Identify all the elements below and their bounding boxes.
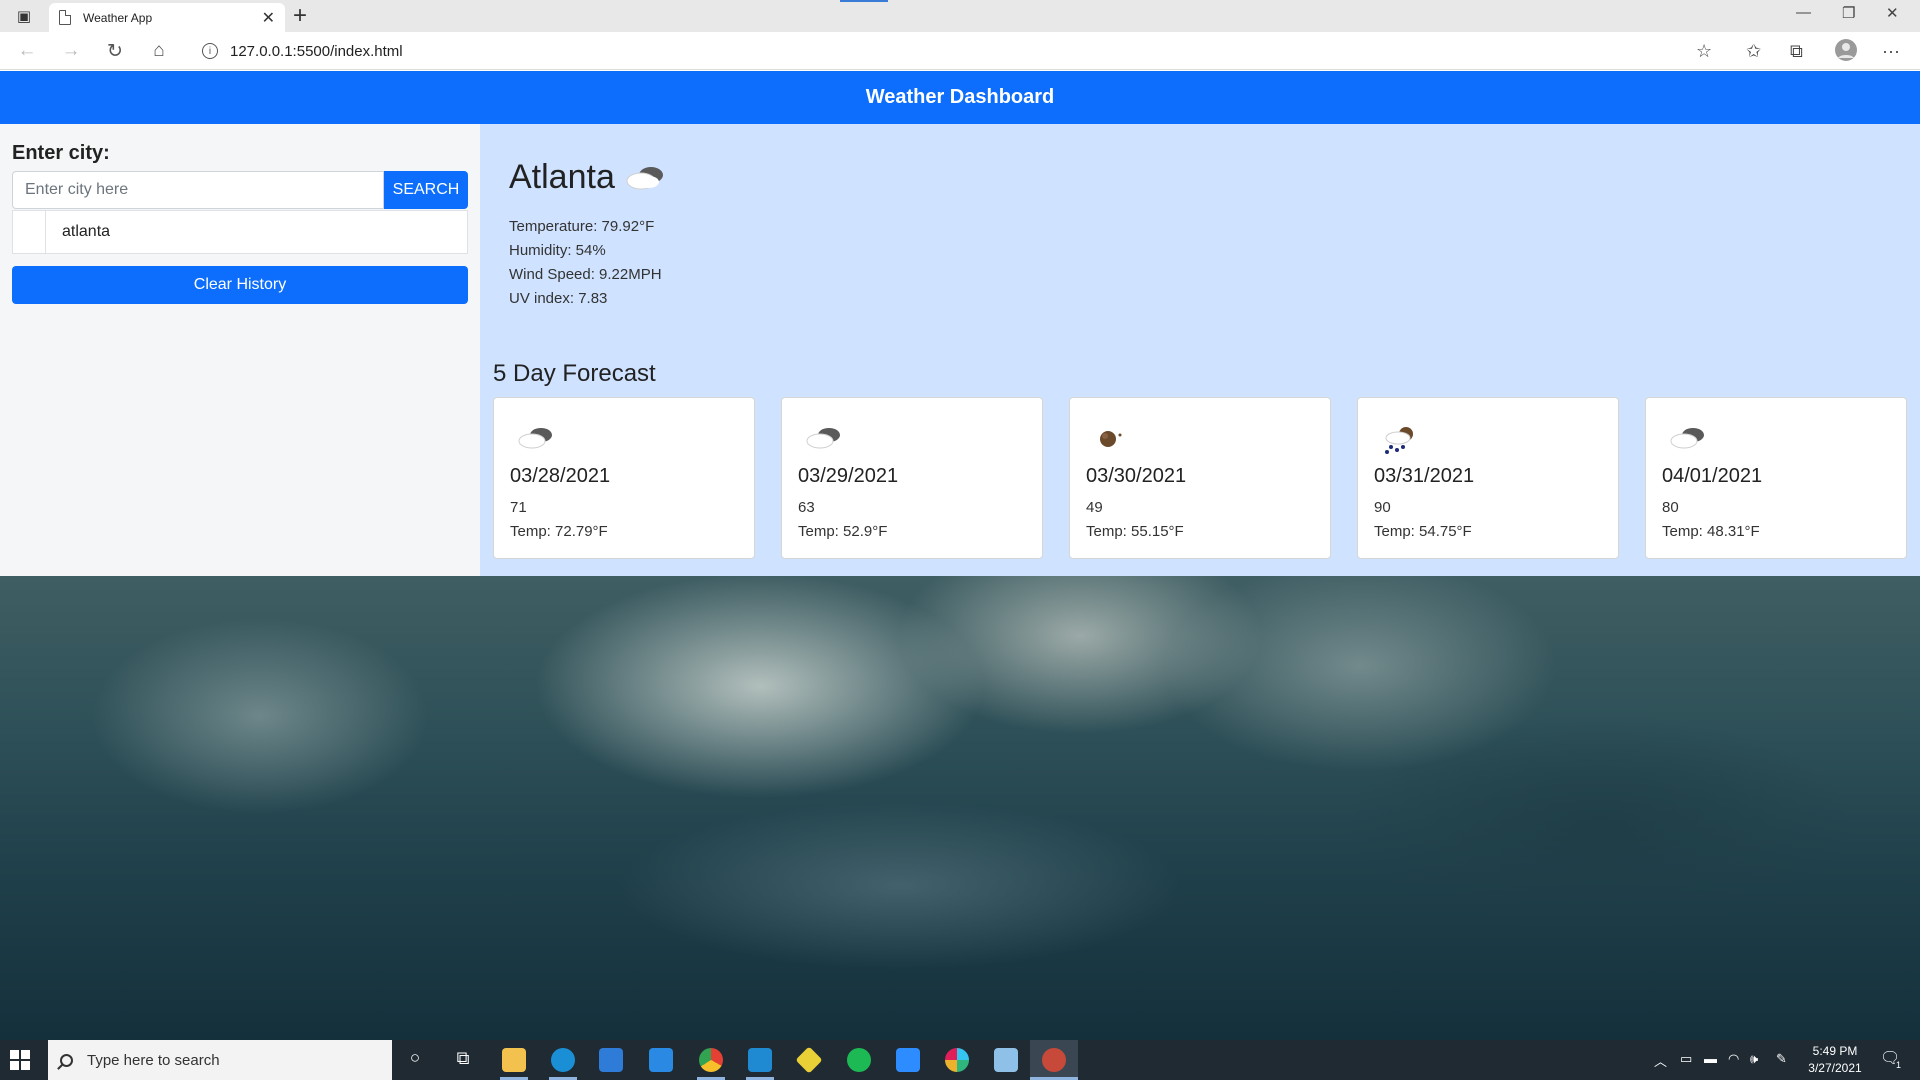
storm-background-image (0, 576, 1920, 1040)
more-menu-icon[interactable]: ··· (1882, 41, 1900, 62)
current-humidity: Humidity: 54% (509, 242, 606, 259)
app-header: Weather Dashboard (0, 71, 1920, 124)
add-favorite-icon[interactable]: ☆ (1696, 41, 1712, 62)
site-info-icon[interactable]: i (202, 43, 218, 59)
home-icon[interactable]: ⌂ (146, 39, 172, 63)
forecast-temp: Temp: 54.75°F (1374, 523, 1472, 540)
forecast-humidity: 90 (1374, 499, 1391, 516)
windows-start-icon[interactable] (10, 1050, 30, 1070)
forecast-card: 03/29/2021 63 Temp: 52.9°F (781, 397, 1043, 559)
search-button[interactable]: SEARCH (384, 171, 468, 209)
taskbar-clock[interactable]: 5:49 PM 3/27/2021 (1800, 1043, 1870, 1077)
city-name: Atlanta (509, 158, 615, 196)
cloudy-icon (1670, 428, 1704, 449)
forecast-date: 04/01/2021 (1662, 465, 1763, 487)
cloudy-icon (626, 166, 663, 189)
collections-icon[interactable]: ⧉ (1790, 41, 1803, 62)
search-icon (60, 1053, 73, 1067)
forecast-humidity: 49 (1086, 499, 1103, 516)
forecast-temp: Temp: 55.15°F (1086, 523, 1184, 540)
forecast-date: 03/29/2021 (798, 465, 899, 487)
close-window-icon[interactable]: ✕ (1886, 4, 1899, 22)
spotify-icon[interactable] (847, 1048, 871, 1072)
browser-tab-bar: ▣ Weather App ✕ + — ❐ ✕ (0, 0, 1920, 32)
git-icon[interactable] (795, 1046, 823, 1074)
forecast-date: 03/31/2021 (1374, 465, 1475, 487)
city-label: Enter city: (12, 142, 110, 164)
city-search-input[interactable] (12, 171, 384, 209)
edge-icon[interactable] (551, 1048, 575, 1072)
forecast-humidity: 80 (1662, 499, 1679, 516)
slack-icon[interactable] (945, 1048, 969, 1072)
url-text: 127.0.0.1:5500/index.html (230, 42, 403, 60)
wifi-icon[interactable]: ◠ (1728, 1051, 1739, 1067)
weather-main-panel: Atlanta Temperature: 79.92°F Humidity: 5… (480, 124, 1920, 576)
rain-icon (1385, 427, 1413, 454)
vscode-icon[interactable] (748, 1048, 772, 1072)
cortana-icon[interactable]: ○ (403, 1048, 427, 1068)
favorites-icon[interactable]: ✩ (1746, 41, 1761, 62)
forecast-card: 03/28/2021 71 Temp: 72.79°F (493, 397, 755, 559)
clear-night-icon (1100, 431, 1122, 447)
tab-actions-icon[interactable]: ▣ (10, 6, 38, 26)
task-view-icon[interactable]: ⧉ (451, 1048, 475, 1069)
history-item-atlanta[interactable]: atlanta (45, 211, 469, 253)
close-tab-icon[interactable]: ✕ (262, 8, 275, 28)
forecast-temp: Temp: 52.9°F (798, 523, 888, 540)
forecast-temp: Temp: 72.79°F (510, 523, 608, 540)
forecast-humidity: 63 (798, 499, 815, 516)
browser-tab[interactable]: Weather App ✕ (49, 3, 285, 32)
clock-time: 5:49 PM (1812, 1044, 1858, 1058)
pen-icon[interactable]: ✎ (1776, 1051, 1787, 1067)
cloudy-icon (518, 428, 552, 449)
notes-icon[interactable] (994, 1048, 1018, 1072)
current-wind-speed: Wind Speed: 9.22MPH (509, 266, 662, 283)
current-uv-index: UV index: 7.83 (509, 290, 608, 307)
browser-nav-bar: ← → ↻ ⌂ i 127.0.0.1:5500/index.html ☆ ✩ … (0, 32, 1920, 70)
notification-count: 1 (1896, 1060, 1902, 1070)
page-icon (59, 10, 71, 25)
address-bar[interactable]: i 127.0.0.1:5500/index.html (190, 36, 1715, 66)
clock-date: 3/27/2021 (1808, 1061, 1862, 1075)
tab-title: Weather App (83, 10, 153, 25)
forecast-card: 04/01/2021 80 Temp: 48.31°F (1645, 397, 1907, 559)
taskbar-search[interactable]: Type here to search (48, 1040, 392, 1080)
current-temperature: Temperature: 79.92°F (509, 218, 655, 235)
minimize-icon[interactable]: — (1796, 4, 1811, 21)
cloudy-icon (806, 428, 840, 449)
zoom-icon[interactable] (896, 1048, 920, 1072)
store-icon[interactable] (599, 1048, 623, 1072)
forecast-humidity: 71 (510, 499, 527, 516)
page: Weather Dashboard Enter city: SEARCH atl… (0, 71, 1920, 1040)
snip-tool-icon[interactable] (1042, 1048, 1066, 1072)
back-icon[interactable]: ← (14, 39, 40, 63)
forecast-date: 03/30/2021 (1086, 465, 1187, 487)
forecast-title: 5 Day Forecast (493, 360, 656, 387)
forecast-cards: 03/28/2021 71 Temp: 72.79°F 03/29/2021 6… (493, 397, 1909, 559)
new-tab-icon[interactable]: + (293, 2, 307, 30)
chevron-up-icon[interactable]: ︿ (1654, 1051, 1667, 1070)
forecast-card: 03/30/2021 49 Temp: 55.15°F (1069, 397, 1331, 559)
volume-icon[interactable]: 🕪 (1750, 1051, 1758, 1067)
restore-icon[interactable]: ❐ (1842, 4, 1855, 22)
search-history-list: atlanta (12, 210, 468, 254)
chrome-icon[interactable] (699, 1048, 723, 1072)
forward-icon[interactable]: → (58, 39, 84, 63)
clear-history-button[interactable]: Clear History (12, 266, 468, 304)
refresh-icon[interactable]: ↻ (102, 39, 128, 63)
forecast-temp: Temp: 48.31°F (1662, 523, 1760, 540)
forecast-card: 03/31/2021 90 Temp: 54.75°F (1357, 397, 1619, 559)
current-city-heading: Atlanta (509, 158, 669, 197)
file-explorer-icon[interactable] (502, 1048, 526, 1072)
forecast-date: 03/28/2021 (510, 465, 611, 487)
sidebar: Enter city: SEARCH atlanta Clear History (0, 124, 480, 576)
profile-avatar[interactable] (1834, 38, 1858, 67)
meet-now-icon[interactable]: ▭ (1680, 1051, 1692, 1067)
battery-icon[interactable]: ▬ (1704, 1051, 1717, 1066)
mail-icon[interactable] (649, 1048, 673, 1072)
loading-indicator (840, 0, 888, 2)
taskbar: Type here to search ○ ⧉ ︿ ▭ ▬ ◠ 🕪 ✎ 5:49… (0, 1040, 1920, 1080)
taskbar-search-placeholder: Type here to search (87, 1051, 220, 1069)
